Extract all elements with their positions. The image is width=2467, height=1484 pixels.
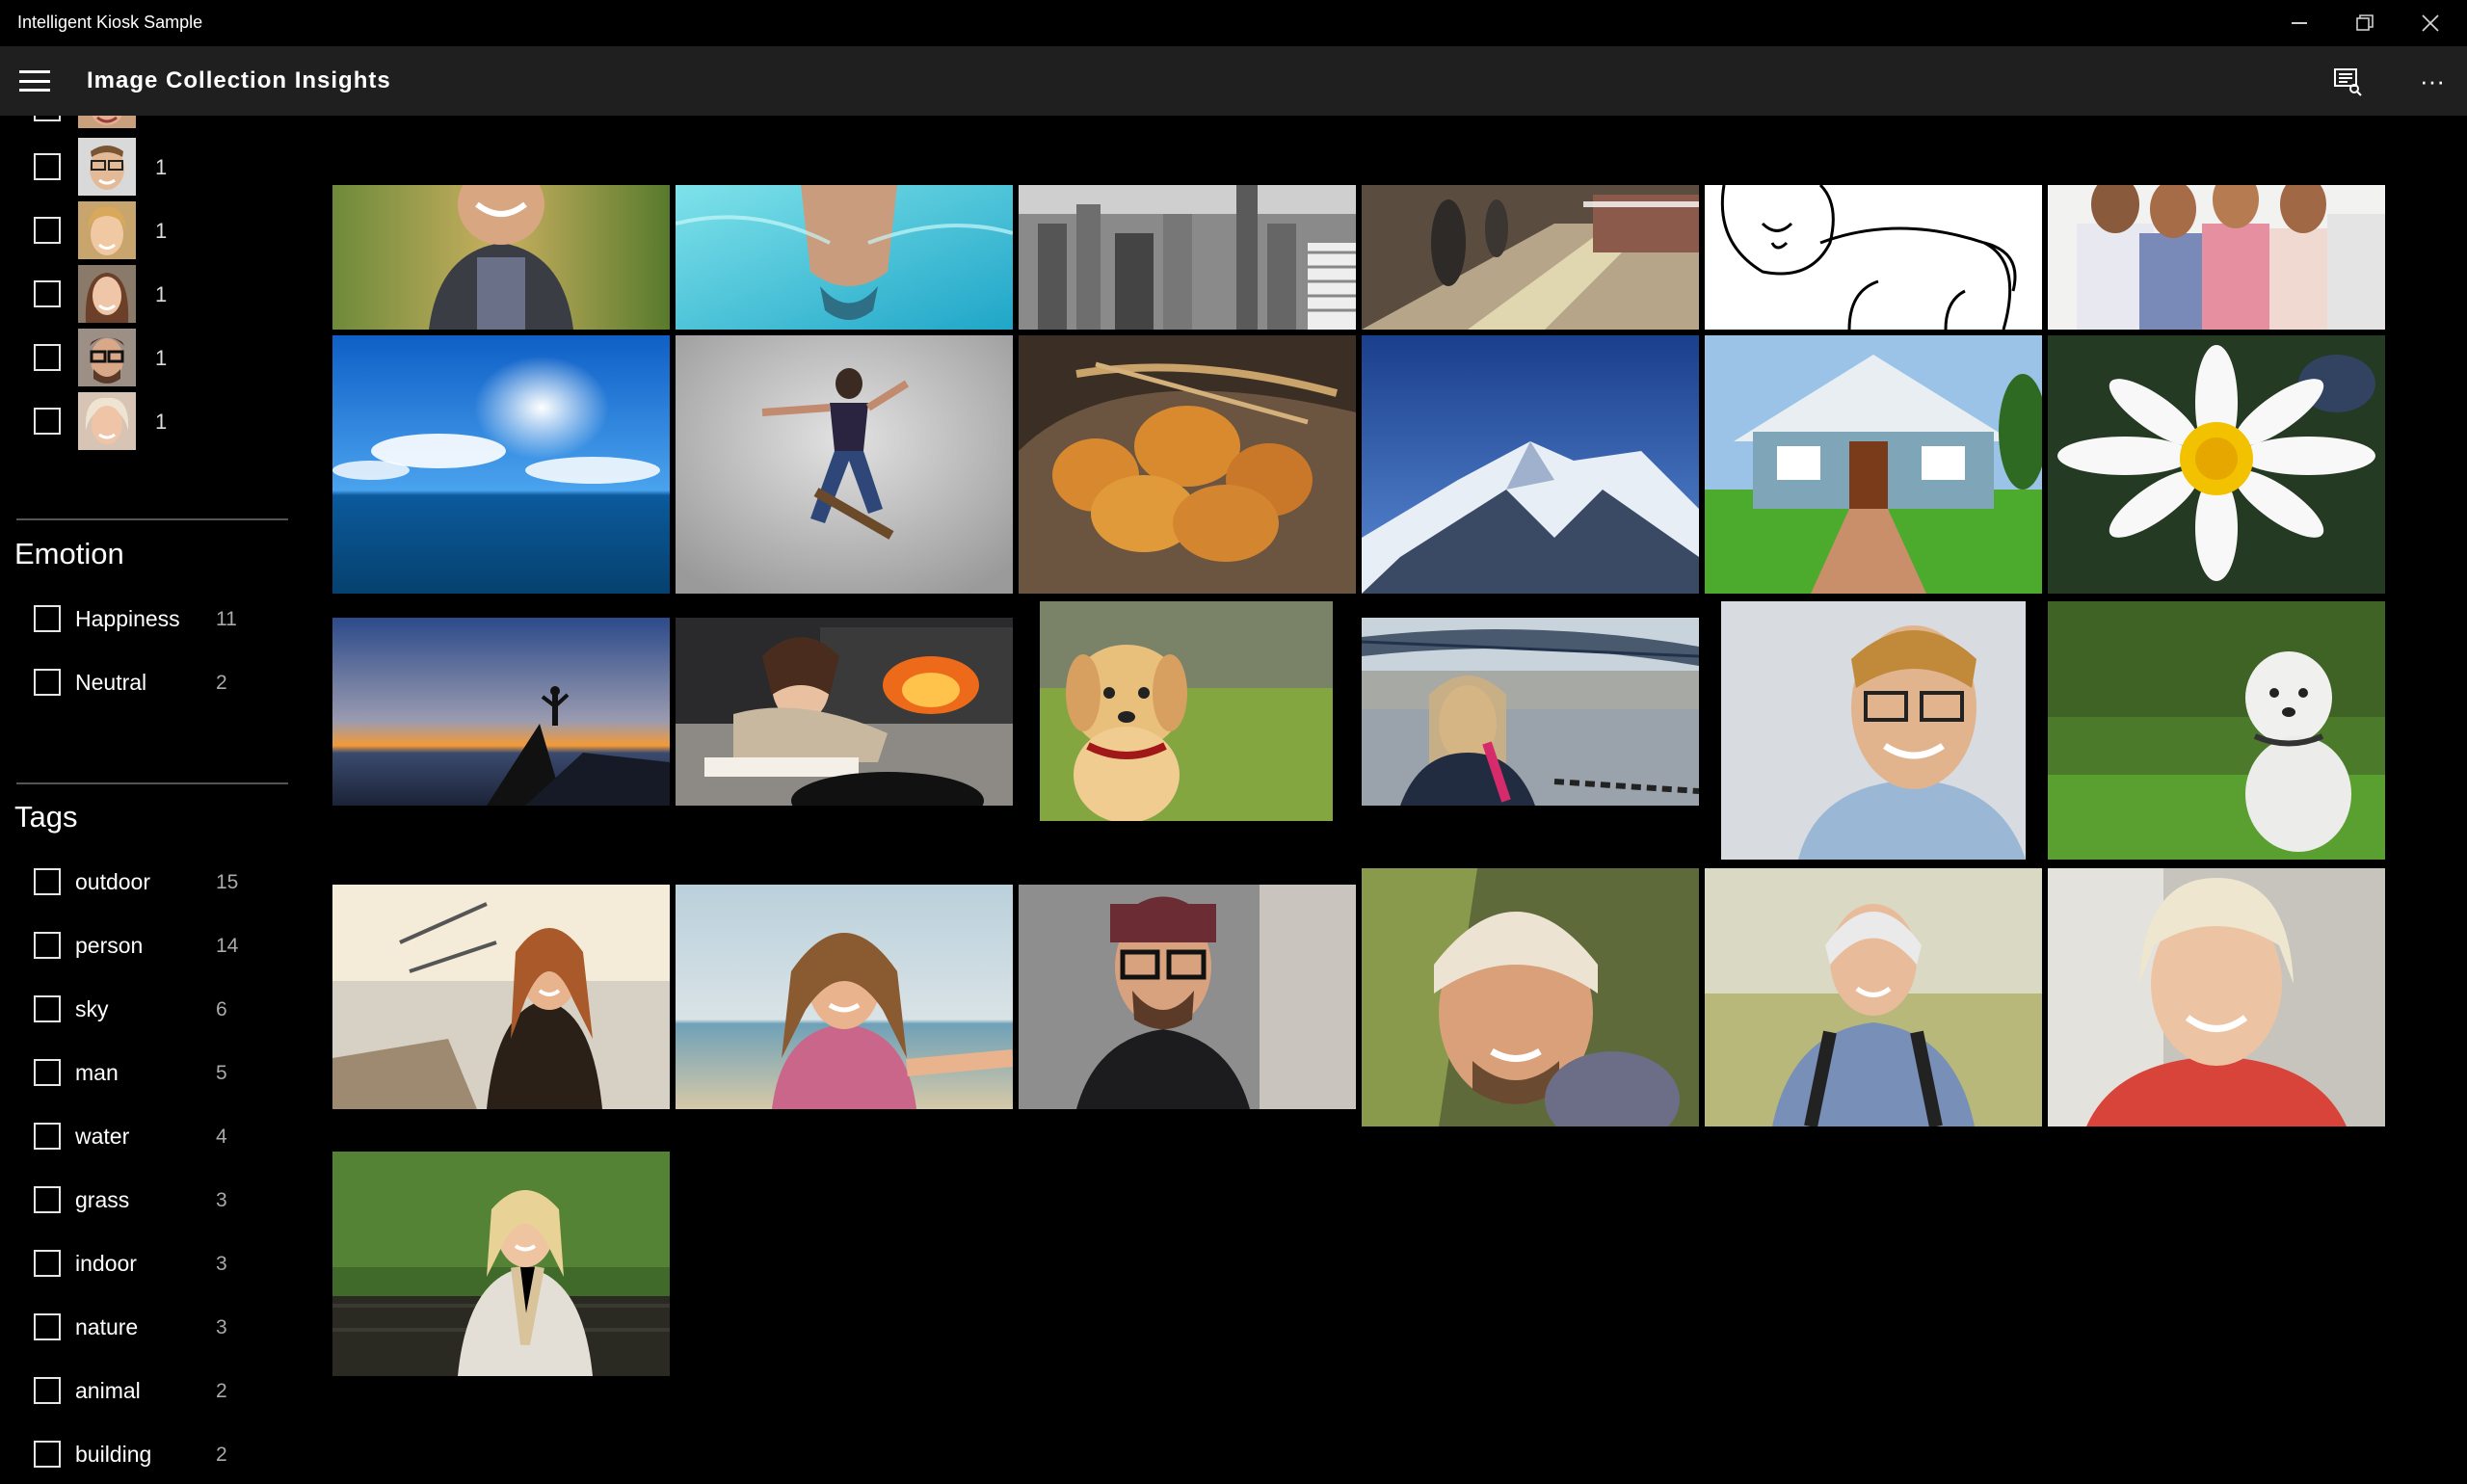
app-title: Intelligent Kiosk Sample <box>17 13 203 32</box>
image-tile-mountain[interactable] <box>1362 335 1699 594</box>
image-tile-reading-fireplace[interactable] <box>676 618 1013 806</box>
image-tile-bread[interactable] <box>1019 335 1356 594</box>
image-tile-smiling-man[interactable] <box>332 185 670 330</box>
window-title-bar: Intelligent Kiosk Sample <box>0 0 2467 46</box>
close-icon <box>2422 14 2439 32</box>
close-button[interactable] <box>2398 0 2463 46</box>
image-tile-city-skyline[interactable] <box>1019 185 1356 330</box>
image-tile-man-beanie-glasses[interactable] <box>1019 885 1356 1109</box>
image-tile-subway[interactable] <box>1362 185 1699 330</box>
hamburger-line <box>19 79 50 83</box>
image-gallery <box>0 116 2467 1484</box>
image-tile-woman-sunlight[interactable] <box>332 885 670 1109</box>
image-tile-white-dog[interactable] <box>2048 601 2385 860</box>
image-tile-daisy[interactable] <box>2048 335 2385 594</box>
image-tile-ocean[interactable] <box>332 335 670 594</box>
restore-icon <box>2356 14 2374 31</box>
image-tile-sunset-hiker[interactable] <box>332 618 670 806</box>
minimize-icon <box>2292 22 2307 24</box>
image-tile-blonde-park[interactable] <box>332 1152 670 1376</box>
hamburger-line <box>19 70 50 73</box>
image-tile-senior-smiling[interactable] <box>2048 868 2385 1126</box>
restore-button[interactable] <box>2332 0 2398 46</box>
minimize-button[interactable] <box>2267 0 2332 46</box>
more-options-button[interactable]: ··· <box>2413 62 2452 100</box>
app-header: Image Collection Insights ··· <box>0 46 2467 116</box>
image-tile-skateboarder[interactable] <box>676 335 1013 594</box>
page-title: Image Collection Insights <box>87 67 391 93</box>
feedback-button[interactable] <box>2328 62 2367 100</box>
image-tile-senior-backpack[interactable] <box>1705 868 2042 1126</box>
image-tile-family[interactable] <box>2048 185 2385 330</box>
image-tile-house[interactable] <box>1705 335 2042 594</box>
image-tile-man-knit-hat[interactable] <box>1362 868 1699 1126</box>
image-tile-swimmer[interactable] <box>676 185 1013 330</box>
image-tile-golden-puppy[interactable] <box>1040 601 1333 821</box>
hamburger-line <box>19 89 50 92</box>
image-tile-lion-drawing[interactable] <box>1705 185 2042 330</box>
image-tile-woman-bridge[interactable] <box>1362 618 1699 806</box>
feedback-icon <box>2334 68 2362 96</box>
hamburger-menu-button[interactable] <box>19 67 50 94</box>
image-tile-man-glasses[interactable] <box>1721 601 2026 860</box>
image-tile-beach-selfie[interactable] <box>676 885 1013 1109</box>
